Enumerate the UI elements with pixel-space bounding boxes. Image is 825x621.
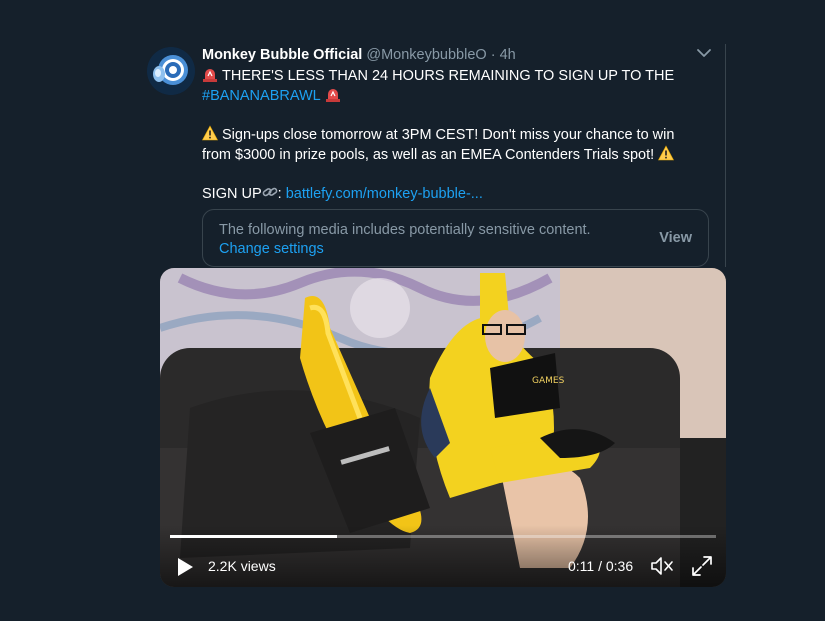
change-settings-link[interactable]: Change settings xyxy=(219,240,324,259)
chevron-down-icon[interactable] xyxy=(695,44,713,62)
sensitive-content-message: The following media includes potentially… xyxy=(219,222,591,238)
video-player[interactable]: GAMES 2.2K views 0:11 / 0:36 xyxy=(160,268,726,587)
view-count: 2.2K views xyxy=(208,558,276,574)
announcement-text: THERE'S LESS THAN 24 HOURS REMAINING TO … xyxy=(222,68,675,84)
hashtag-link[interactable]: #BANANABRAWL xyxy=(202,88,321,104)
signup-label: SIGN UP xyxy=(202,186,262,202)
user-handle[interactable]: @MonkeybubbleO xyxy=(366,47,486,63)
link-icon xyxy=(262,187,277,197)
display-name[interactable]: Monkey Bubble Official xyxy=(202,47,362,63)
avatar[interactable] xyxy=(147,47,195,95)
header-separator: · xyxy=(490,47,496,63)
timeline-divider xyxy=(725,44,726,267)
signup-url-link[interactable]: battlefy.com/monkey-bubble-... xyxy=(286,186,483,202)
tweet-line-announcement: THERE'S LESS THAN 24 HOURS REMAINING TO … xyxy=(202,66,702,106)
video-time: 0:11 / 0:36 xyxy=(568,558,634,574)
warning-icon xyxy=(202,125,218,141)
rotating-light-icon xyxy=(203,69,217,82)
signup-colon: : xyxy=(277,186,282,202)
tweet-line-details: Sign-ups close tomorrow at 3PM CEST! Don… xyxy=(202,125,702,165)
tweet-body: THERE'S LESS THAN 24 HOURS REMAINING TO … xyxy=(202,66,702,204)
view-button[interactable]: View xyxy=(659,230,692,246)
tweet-header: Monkey Bubble Official @MonkeybubbleO · … xyxy=(202,45,516,65)
sensitive-content-notice: The following media includes potentially… xyxy=(202,209,709,267)
fullscreen-icon[interactable] xyxy=(691,555,713,577)
tweet-timestamp[interactable]: 4h xyxy=(500,47,516,63)
tweet-line-signup: SIGN UP : battlefy.com/monkey-bubble-... xyxy=(202,184,702,204)
svg-text:GAMES: GAMES xyxy=(532,376,565,386)
volume-muted-icon[interactable] xyxy=(650,555,674,577)
video-progress-bar[interactable] xyxy=(170,535,716,538)
monkey-bubble-logo-icon xyxy=(147,47,195,95)
video-progress-fill xyxy=(170,535,337,538)
play-icon[interactable] xyxy=(176,557,194,577)
details-text: Sign-ups close tomorrow at 3PM CEST! Don… xyxy=(202,127,675,163)
rotating-light-icon xyxy=(325,89,340,102)
warning-icon xyxy=(658,145,675,161)
